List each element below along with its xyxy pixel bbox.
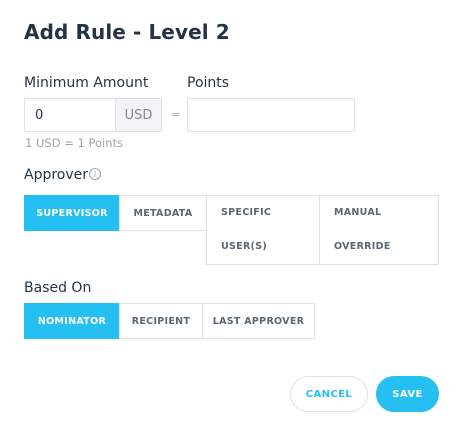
based-on-label: Based On xyxy=(24,280,92,296)
based-on-option-last-approver[interactable]: LAST APPROVER xyxy=(202,303,315,339)
specific-users-line2: USER(S) xyxy=(221,241,267,252)
approver-option-specific-users[interactable]: SPECIFIC USER(S) xyxy=(206,195,320,265)
cancel-button[interactable]: CANCEL xyxy=(290,376,368,412)
minimum-amount-input[interactable] xyxy=(25,99,115,131)
approver-label: Approver xyxy=(24,167,89,183)
manual-override-line2: OVERRIDE xyxy=(334,241,391,252)
approver-option-manual-override[interactable]: MANUAL OVERRIDE xyxy=(319,195,439,265)
approver-option-metadata[interactable]: METADATA xyxy=(119,195,207,231)
approver-option-supervisor[interactable]: SUPERVISOR xyxy=(24,195,120,231)
minimum-amount-field: USD xyxy=(24,98,162,132)
equals-sign: = xyxy=(171,108,181,121)
conversion-hint: 1 USD = 1 Points xyxy=(25,136,124,150)
minimum-amount-label: Minimum Amount xyxy=(24,75,149,91)
points-input[interactable] xyxy=(187,98,355,132)
based-on-option-nominator[interactable]: NOMINATOR xyxy=(24,303,120,339)
save-button[interactable]: SAVE xyxy=(376,376,439,412)
specific-users-line1: SPECIFIC xyxy=(221,207,272,218)
dialog-title: Add Rule - Level 2 xyxy=(24,20,230,44)
manual-override-line1: MANUAL xyxy=(334,207,382,218)
based-on-option-recipient[interactable]: RECIPIENT xyxy=(119,303,203,339)
currency-unit: USD xyxy=(115,99,161,131)
points-label: Points xyxy=(187,75,230,91)
info-icon[interactable]: i xyxy=(89,168,101,180)
